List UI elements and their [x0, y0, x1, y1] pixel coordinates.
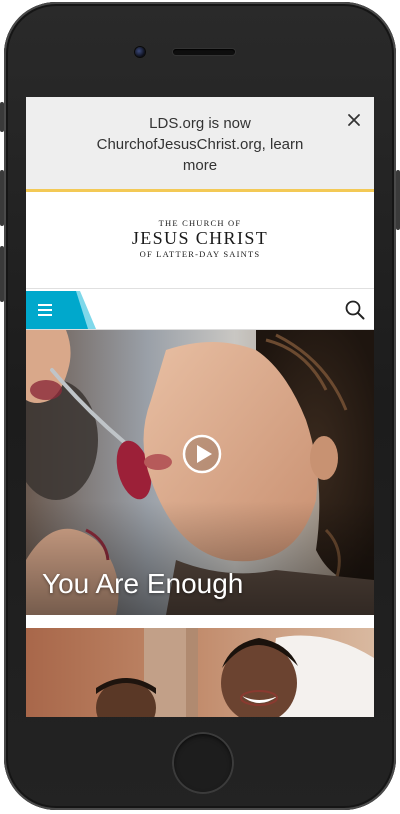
menu-button[interactable] [26, 291, 66, 329]
search-icon[interactable] [344, 299, 366, 321]
notice-banner: LDS.org is now ChurchofJesusChrist.org, … [26, 97, 374, 192]
menu-button-tail [66, 291, 96, 329]
home-button[interactable] [172, 732, 234, 794]
power-button[interactable] [396, 170, 400, 230]
card-2-image [26, 628, 374, 717]
logo-line-3: OF LATTER-DAY SAINTS [139, 249, 261, 259]
logo-line-2: JESUS CHRIST [131, 228, 269, 248]
feature-card-2[interactable] [26, 628, 374, 717]
front-camera [135, 47, 145, 57]
hamburger-menu-icon [38, 304, 52, 306]
logo-line-1: THE CHURCH OF [158, 218, 242, 228]
close-icon[interactable] [346, 112, 362, 128]
header-logo-area: THE CHURCH OF JESUS CHRIST OF LATTER-DAY… [26, 192, 374, 289]
banner-message-link[interactable]: LDS.org is now ChurchofJesusChrist.org, … [80, 113, 320, 176]
hero-title[interactable]: You Are Enough [42, 568, 243, 600]
earpiece-speaker [173, 49, 235, 55]
church-logo[interactable]: THE CHURCH OF JESUS CHRIST OF LATTER-DAY… [110, 218, 290, 259]
hamburger-menu-icon-line [38, 309, 52, 311]
volume-down-button[interactable] [0, 246, 4, 302]
volume-up-button[interactable] [0, 170, 4, 226]
phone-screen: LDS.org is now ChurchofJesusChrist.org, … [26, 97, 374, 717]
hamburger-menu-icon-line [38, 314, 52, 316]
hero-video-card[interactable]: You Are Enough [26, 330, 374, 615]
play-icon[interactable] [182, 434, 222, 474]
navigation-bar [26, 291, 374, 330]
card-divider [26, 615, 374, 628]
mute-switch[interactable] [0, 102, 4, 132]
